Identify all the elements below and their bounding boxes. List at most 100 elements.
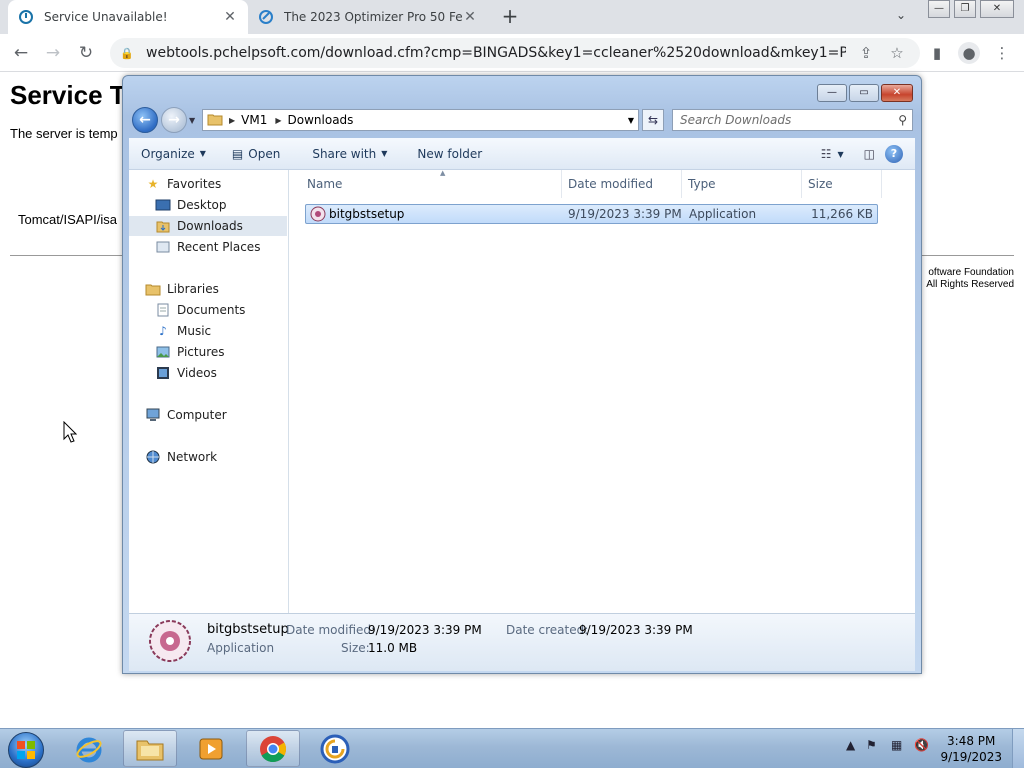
- show-desktop-button[interactable]: [1012, 729, 1024, 768]
- volume-muted-icon[interactable]: 🔇: [914, 738, 929, 752]
- share-icon[interactable]: ⇪: [855, 42, 877, 64]
- nav-label: Downloads: [177, 219, 243, 233]
- address-bar[interactable]: ▶ VM1 ▶ Downloads ▼: [202, 109, 639, 131]
- file-name: bitgbstsetup: [329, 207, 405, 221]
- page-message: The server is temp: [10, 126, 118, 141]
- nav-recent-places[interactable]: Recent Places: [129, 237, 287, 257]
- new-folder-label: New folder: [417, 146, 483, 161]
- file-date-modified: 9/19/2023 3:39 PM: [568, 207, 682, 221]
- maximize-button[interactable]: ▭: [849, 84, 879, 102]
- nav-favorites[interactable]: ★ Favorites: [129, 174, 287, 194]
- open-button[interactable]: ▤ Open: [226, 142, 286, 166]
- back-button[interactable]: ←: [10, 42, 32, 64]
- nav-desktop[interactable]: Desktop: [129, 195, 287, 215]
- organize-label: Organize: [141, 146, 195, 161]
- system-clock[interactable]: 3:48 PM 9/19/2023: [940, 733, 1002, 765]
- nav-documents[interactable]: Documents: [129, 300, 287, 320]
- address-bar[interactable]: 🔒 webtools.pchelpsoft.com/download.cfm?c…: [110, 38, 920, 68]
- file-row-bitgbstsetup[interactable]: bitgbstsetup 9/19/2023 3:39 PM Applicati…: [305, 204, 878, 224]
- nav-downloads[interactable]: Downloads: [129, 216, 287, 236]
- sort-arrow-icon: ▲: [440, 169, 446, 177]
- tab-optimizer-pro[interactable]: The 2023 Optimizer Pro 50 Featu ✕: [248, 0, 488, 34]
- nav-label: Favorites: [167, 177, 222, 191]
- chevron-down-icon: ▼: [381, 149, 388, 158]
- column-header-size[interactable]: Size: [802, 170, 882, 198]
- star-icon: ★: [147, 177, 159, 191]
- recent-pages-chevron-icon[interactable]: ▼: [189, 116, 195, 125]
- security-app-taskbar-button[interactable]: [308, 730, 362, 767]
- close-tab-icon[interactable]: ✕: [222, 9, 238, 25]
- column-header-name[interactable]: Name ▲: [301, 169, 562, 198]
- column-header-date-modified[interactable]: Date modified: [562, 170, 682, 198]
- nav-label: Network: [167, 450, 218, 464]
- show-hidden-icons-button[interactable]: ▲: [846, 738, 855, 752]
- close-window-button[interactable]: ✕: [980, 0, 1014, 18]
- server-info: Tomcat/ISAPI/isa: [18, 212, 117, 227]
- address-dropdown-icon[interactable]: ▼: [628, 116, 634, 125]
- nav-computer[interactable]: Computer: [129, 405, 287, 425]
- help-icon[interactable]: ?: [885, 145, 903, 163]
- search-input[interactable]: Search Downloads ⚲: [672, 109, 913, 131]
- network-status-icon[interactable]: ▦: [891, 738, 902, 752]
- windows-explorer-taskbar-button[interactable]: [123, 730, 177, 767]
- size-value: 11.0 MB: [368, 641, 418, 655]
- new-folder-button[interactable]: New folder: [411, 142, 488, 166]
- nav-libraries[interactable]: Libraries: [129, 279, 287, 299]
- folder-icon: [136, 740, 164, 760]
- media-player-icon: [199, 738, 223, 759]
- documents-icon: [155, 303, 171, 317]
- size-label: Size:: [341, 641, 370, 655]
- nav-videos[interactable]: Videos: [129, 363, 287, 383]
- tab-service-unavailable[interactable]: Service Unavailable! ✕: [8, 0, 248, 34]
- organize-button[interactable]: Organize ▼: [135, 142, 212, 166]
- profile-avatar-icon[interactable]: ●: [958, 42, 980, 64]
- search-icon[interactable]: ⚲: [898, 110, 907, 130]
- minimize-window-button[interactable]: —: [928, 0, 950, 18]
- breadcrumb-downloads[interactable]: Downloads: [282, 113, 362, 127]
- copyright-notice: oftware Foundation All Rights Reserved: [926, 267, 1014, 291]
- close-button[interactable]: ✕: [881, 84, 913, 102]
- chevron-down-icon[interactable]: ⌄: [896, 8, 906, 22]
- media-player-taskbar-button[interactable]: [184, 730, 238, 767]
- nav-pictures[interactable]: Pictures: [129, 342, 287, 362]
- bookmark-star-icon[interactable]: ☆: [886, 42, 908, 64]
- close-tab-icon[interactable]: ✕: [462, 9, 478, 25]
- action-center-icon[interactable]: ⚑: [866, 738, 877, 752]
- preview-pane-icon[interactable]: ◫: [864, 147, 875, 161]
- view-options-icon[interactable]: ☷: [821, 147, 832, 161]
- column-header-type[interactable]: Type: [682, 170, 802, 198]
- site-favicon-icon: [258, 9, 274, 25]
- explorer-window[interactable]: — ▭ ✕ ← → ▼ ▶ VM1 ▶ Downloads ▼ ⇆ Search…: [122, 75, 922, 674]
- internet-explorer-taskbar-button[interactable]: [62, 730, 116, 767]
- details-pane: bitgbstsetup Application Date modified: …: [129, 613, 915, 671]
- chrome-taskbar-button[interactable]: [246, 730, 300, 767]
- column-label: Name: [307, 177, 343, 191]
- clock-time: 3:48 PM: [947, 734, 996, 748]
- restore-window-button[interactable]: ❐: [954, 0, 976, 18]
- share-with-button[interactable]: Share with ▼: [306, 142, 393, 166]
- libraries-icon: [145, 282, 161, 296]
- chevron-down-icon: ▼: [199, 149, 206, 158]
- start-button[interactable]: [8, 732, 44, 768]
- forward-button[interactable]: →: [42, 42, 64, 64]
- file-list[interactable]: Name ▲ Date modified Type Size bitgbstse…: [289, 169, 915, 613]
- downloads-folder-icon: [155, 219, 171, 233]
- back-arrow-icon[interactable]: ←: [132, 107, 158, 133]
- side-panel-icon[interactable]: ▮: [926, 42, 948, 64]
- nav-music[interactable]: ♪ Music: [129, 321, 287, 341]
- chevron-down-icon[interactable]: ▼: [838, 150, 844, 159]
- more-menu-icon[interactable]: ⋮: [991, 42, 1013, 64]
- nav-network[interactable]: Network: [129, 447, 287, 467]
- file-size: 11,266 KB: [811, 207, 873, 221]
- page-title: Service T: [10, 80, 126, 110]
- refresh-icon[interactable]: ⇆: [642, 109, 664, 131]
- forward-arrow-icon[interactable]: →: [161, 107, 187, 133]
- music-icon: ♪: [159, 324, 167, 338]
- minimize-button[interactable]: —: [817, 84, 847, 102]
- breadcrumb-vm1[interactable]: VM1: [235, 113, 275, 127]
- tab-title: The 2023 Optimizer Pro 50 Featu: [284, 10, 462, 24]
- reload-button[interactable]: ↻: [75, 42, 97, 64]
- column-label: Type: [688, 177, 716, 191]
- lock-icon[interactable]: 🔒: [120, 47, 134, 60]
- new-tab-button[interactable]: +: [498, 5, 522, 29]
